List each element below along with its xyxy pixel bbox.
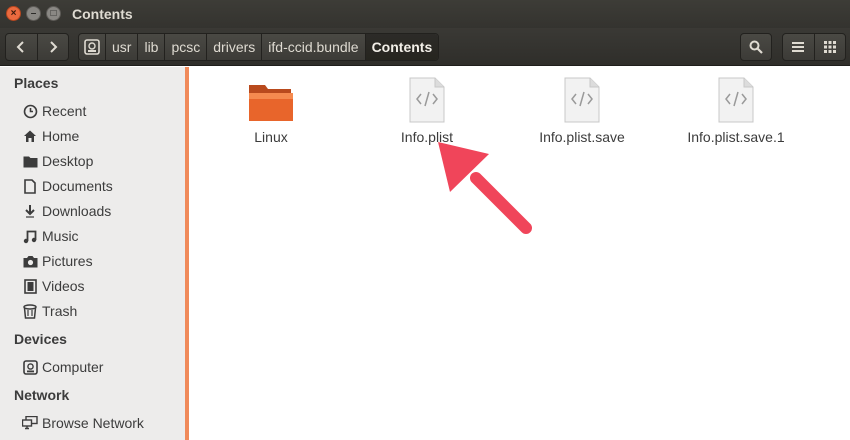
file-item-info-plist-save[interactable]: Info.plist.save — [512, 77, 652, 145]
sidebar-item-label: Downloads — [42, 203, 112, 219]
sidebar-item-music[interactable]: Music — [22, 225, 79, 247]
list-icon — [792, 42, 805, 52]
sidebar-item-browse-network[interactable]: Browse Network — [22, 412, 144, 434]
places-header: Places — [14, 75, 59, 91]
sidebar-item-downloads[interactable]: Downloads — [22, 200, 111, 222]
download-icon — [22, 203, 38, 219]
toolbar: usr lib pcsc drivers ifd-ccid.bundle Con… — [0, 28, 850, 66]
sidebar-item-pictures[interactable]: Pictures — [22, 250, 93, 272]
sidebar-item-label: Pictures — [42, 253, 93, 269]
network-icon — [22, 415, 38, 431]
xml-file-icon — [564, 77, 600, 123]
chevron-left-icon — [16, 41, 24, 53]
file-name: Linux — [254, 129, 288, 145]
navigation-buttons — [5, 33, 69, 61]
title-bar: × – □ Contents — [0, 0, 850, 28]
sidebar-item-documents[interactable]: Documents — [22, 175, 113, 197]
list-view-button[interactable] — [783, 34, 814, 60]
close-window-button[interactable]: × — [6, 6, 21, 21]
forward-button[interactable] — [36, 34, 69, 60]
breadcrumb-root[interactable] — [79, 34, 106, 60]
folder-icon — [22, 153, 38, 169]
maximize-window-button[interactable]: □ — [46, 6, 61, 21]
file-name: Info.plist.save — [539, 129, 625, 145]
sidebar-item-trash[interactable]: Trash — [22, 300, 77, 322]
file-name: Info.plist.save.1 — [687, 129, 785, 145]
grid-view-button[interactable] — [813, 34, 846, 60]
grid-icon — [823, 41, 836, 53]
window-title: Contents — [72, 6, 133, 22]
music-icon — [22, 228, 38, 244]
sidebar-item-home[interactable]: Home — [22, 125, 79, 147]
back-button[interactable] — [6, 34, 37, 60]
file-item-info-plist-save-1[interactable]: Info.plist.save.1 — [666, 77, 806, 145]
breadcrumb-ifd-ccid-bundle[interactable]: ifd-ccid.bundle — [262, 34, 366, 60]
xml-file-icon — [409, 77, 445, 123]
breadcrumb-pcsc[interactable]: pcsc — [165, 34, 208, 60]
sidebar-item-label: Trash — [42, 303, 78, 319]
sidebar-item-label: Home — [42, 128, 80, 144]
devices-header: Devices — [14, 331, 67, 347]
xml-file-icon — [718, 77, 754, 123]
sidebar-item-computer[interactable]: Computer — [22, 356, 103, 378]
clock-icon — [22, 103, 38, 119]
file-item-info-plist[interactable]: Info.plist — [357, 77, 497, 145]
sidebar-item-desktop[interactable]: Desktop — [22, 150, 93, 172]
breadcrumb-drivers[interactable]: drivers — [207, 34, 263, 60]
sidebar-item-label: Desktop — [42, 153, 94, 169]
search-button[interactable] — [740, 33, 772, 61]
file-view: Linux Info.plist Info.plist.save Info.pl… — [189, 67, 850, 440]
view-toggle — [782, 33, 846, 61]
sidebar: Places Recent Home Desktop Documents Dow… — [0, 67, 185, 440]
sidebar-item-label: Documents — [42, 178, 113, 194]
network-header: Network — [14, 387, 70, 403]
annotation-arrow — [438, 142, 532, 234]
sidebar-item-videos[interactable]: Videos — [22, 275, 85, 297]
document-icon — [22, 178, 38, 194]
minimize-window-button[interactable]: – — [26, 6, 41, 21]
sidebar-item-label: Recent — [42, 103, 87, 119]
trash-icon — [22, 303, 38, 319]
sidebar-item-label: Music — [42, 228, 79, 244]
folder-icon — [249, 85, 293, 121]
drive-icon — [84, 39, 100, 55]
home-icon — [22, 128, 38, 144]
breadcrumb-lib[interactable]: lib — [138, 34, 166, 60]
drive-icon — [22, 359, 38, 375]
file-item-linux[interactable]: Linux — [201, 81, 341, 145]
breadcrumb: usr lib pcsc drivers ifd-ccid.bundle Con… — [78, 33, 440, 61]
sidebar-item-recent[interactable]: Recent — [22, 100, 86, 122]
sidebar-item-label: Browse Network — [42, 415, 144, 431]
breadcrumb-contents[interactable]: Contents — [365, 34, 439, 60]
sidebar-item-label: Videos — [42, 278, 85, 294]
breadcrumb-usr[interactable]: usr — [106, 34, 139, 60]
search-icon — [749, 40, 763, 54]
sidebar-item-label: Computer — [42, 359, 104, 375]
camera-icon — [22, 253, 38, 269]
film-icon — [22, 278, 38, 294]
chevron-right-icon — [50, 41, 58, 53]
